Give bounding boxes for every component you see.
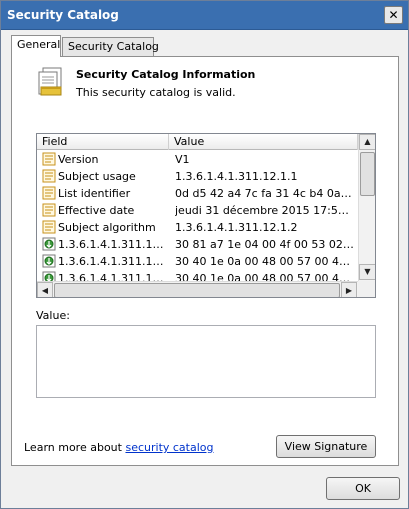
row-value: 0d d5 42 a4 7c fa 31 4c b4 0a f6 be ... bbox=[175, 187, 355, 200]
tab-general[interactable]: General bbox=[11, 35, 61, 57]
row-field: Effective date bbox=[58, 204, 135, 217]
scroll-down-button[interactable]: ▼ bbox=[359, 264, 375, 280]
row-value: 30 40 1e 0a 00 48 00 57 00 49 00 4... bbox=[175, 272, 355, 281]
list-rows: Version V1 Subject usage 1.3.6.1.4.1.311.12… bbox=[37, 151, 358, 281]
list-row[interactable]: Effective date jeudi 31 décembre 2015 17:… bbox=[37, 202, 358, 219]
field-icon bbox=[42, 203, 56, 217]
scroll-right-button[interactable]: ▶ bbox=[341, 282, 357, 297]
general-panel: Security Catalog Information This securi… bbox=[11, 56, 399, 466]
learn-more-text: Learn more about security catalog bbox=[24, 441, 214, 454]
scroll-up-button[interactable]: ▲ bbox=[359, 134, 375, 150]
list-row[interactable]: List identifier 0d d5 42 a4 7c fa 31 4c b… bbox=[37, 185, 358, 202]
list-header: Field Value bbox=[37, 134, 358, 150]
scroll-left-button[interactable]: ◀ bbox=[37, 282, 53, 297]
arrow-down-icon: ▼ bbox=[364, 267, 371, 276]
info-title: Security Catalog Information bbox=[76, 68, 256, 81]
row-value: 30 40 1e 0a 00 48 00 57 00 49 00 4... bbox=[175, 255, 355, 268]
column-header-field[interactable]: Field bbox=[37, 134, 169, 150]
row-value: V1 bbox=[175, 153, 190, 166]
window-title: Security Catalog bbox=[7, 8, 119, 22]
security-catalog-icon bbox=[38, 67, 62, 96]
field-icon bbox=[42, 152, 56, 166]
security-catalog-dialog: Security Catalog ✕ General Security Cata… bbox=[0, 0, 409, 509]
horizontal-scrollbar[interactable]: ◀ ▶ bbox=[37, 281, 358, 297]
ok-button[interactable]: OK bbox=[326, 477, 400, 500]
value-label: Value: bbox=[36, 309, 70, 322]
field-list[interactable]: Field Value Version V1 Subject usage 1.3.6.… bbox=[36, 133, 376, 298]
title-bar[interactable]: Security Catalog ✕ bbox=[1, 1, 408, 30]
scroll-corner bbox=[358, 281, 375, 297]
value-textbox[interactable] bbox=[36, 325, 376, 398]
row-field: Subject usage bbox=[58, 170, 136, 183]
list-row[interactable]: 1.3.6.1.4.1.311.12... 30 40 1e 0a 00 48 0… bbox=[37, 253, 358, 270]
row-field: 1.3.6.1.4.1.311.12... bbox=[58, 238, 166, 251]
list-row[interactable]: 1.3.6.1.4.1.311.12... 30 40 1e 0a 00 48 0… bbox=[37, 270, 358, 281]
arrow-up-icon: ▲ bbox=[364, 137, 371, 146]
column-header-value[interactable]: Value bbox=[169, 134, 358, 150]
field-icon bbox=[42, 169, 56, 183]
list-row[interactable]: Version V1 bbox=[37, 151, 358, 168]
view-signature-button[interactable]: View Signature bbox=[276, 435, 376, 458]
list-row[interactable]: Subject usage 1.3.6.1.4.1.311.12.1.1 bbox=[37, 168, 358, 185]
extension-icon bbox=[42, 254, 56, 268]
field-icon bbox=[42, 220, 56, 234]
field-icon bbox=[42, 186, 56, 200]
row-value: 1.3.6.1.4.1.311.12.1.1 bbox=[175, 170, 298, 183]
arrow-right-icon: ▶ bbox=[345, 286, 353, 295]
row-value: jeudi 31 décembre 2015 17:56:32 bbox=[175, 204, 355, 217]
list-row[interactable]: Subject algorithm 1.3.6.1.4.1.311.12.1.2 bbox=[37, 219, 358, 236]
horizontal-scroll-thumb[interactable] bbox=[54, 283, 340, 297]
close-button[interactable]: ✕ bbox=[384, 6, 403, 24]
info-subtitle: This security catalog is valid. bbox=[76, 86, 236, 99]
vertical-scroll-thumb[interactable] bbox=[360, 152, 375, 196]
row-field: Subject algorithm bbox=[58, 221, 156, 234]
row-value: 1.3.6.1.4.1.311.12.1.2 bbox=[175, 221, 298, 234]
row-field: 1.3.6.1.4.1.311.12... bbox=[58, 255, 166, 268]
vertical-scrollbar[interactable]: ▲ ▼ bbox=[358, 134, 375, 281]
row-field: List identifier bbox=[58, 187, 131, 200]
extension-icon bbox=[42, 271, 56, 281]
list-row[interactable]: 1.3.6.1.4.1.311.12... 30 81 a7 1e 04 00 4… bbox=[37, 236, 358, 253]
tab-security-catalog[interactable]: Security Catalog bbox=[62, 37, 159, 57]
row-field: 1.3.6.1.4.1.311.12... bbox=[58, 272, 166, 281]
row-field: Version bbox=[58, 153, 99, 166]
row-value: 30 81 a7 1e 04 00 4f 00 53 02 04 10... bbox=[175, 238, 355, 251]
extension-icon bbox=[42, 237, 56, 251]
learn-more-prefix: Learn more about bbox=[24, 441, 126, 454]
security-catalog-link[interactable]: security catalog bbox=[125, 441, 213, 454]
close-icon: ✕ bbox=[388, 8, 399, 22]
arrow-left-icon: ◀ bbox=[41, 286, 49, 295]
